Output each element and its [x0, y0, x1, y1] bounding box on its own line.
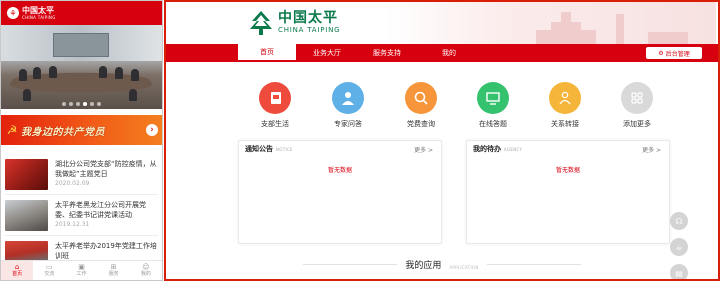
mobile-tab-bar: ⌂ 首页 ▭ 交流 ▣ 工作 ⊞ 服务 ☺ 我的 [1, 260, 162, 280]
carousel-dot[interactable] [76, 102, 80, 106]
news-title: 太平养老黑龙江分公司开展党委、纪委书记讲党课活动 [55, 201, 146, 219]
nav-mine[interactable]: 我的 [420, 44, 478, 62]
taiping-logo-icon [248, 10, 274, 36]
mobile-logo-cn: 中国太平 [22, 5, 54, 15]
news-title: 太平养老举办2019年党建工作培训班 [55, 242, 157, 260]
chevron-right-icon[interactable]: › [146, 124, 158, 136]
tab-label: 我的 [140, 271, 151, 277]
todo-card: 我的待办 AGENCY 更多 > 暂无数据 [466, 140, 670, 244]
card-subtitle: NOTICE [276, 146, 293, 152]
portal-logo[interactable]: 中国太平 CHINA TAIPING [248, 10, 340, 36]
grid-icon [621, 82, 653, 114]
app-shortcuts: 支部生活 专家问答 党费查询 在线答题 关系转接 添加更多 [166, 62, 718, 134]
taiping-logo-icon: ⚘ [7, 7, 19, 19]
news-date: 2019.12.31 [55, 221, 90, 228]
nav-business-hall[interactable]: 业务大厅 [298, 44, 356, 62]
mobile-header: ⚘ 中国太平 CHINA TAIPING [1, 1, 162, 25]
flag-icon [259, 82, 291, 114]
empty-state: 暂无数据 [327, 167, 352, 174]
divider [303, 264, 398, 265]
divider [486, 264, 581, 265]
home-icon: ⌂ [14, 263, 20, 271]
app-label: 支部生活 [261, 120, 289, 128]
monitor-icon [477, 82, 509, 114]
chat-icon: ▭ [45, 263, 53, 271]
card-title: 通知公告 [245, 145, 273, 153]
app-label: 党费查询 [407, 120, 435, 128]
portal-logo-en: CHINA TAIPING [278, 26, 341, 34]
news-item[interactable]: 湖北分公司党支部“防控疫情，从我做起”主题党日 2020.02.09 [5, 154, 158, 195]
header-decoration [386, 2, 716, 44]
news-thumbnail [5, 200, 48, 231]
app-relation-transfer[interactable]: 关系转接 [540, 82, 590, 129]
main-nav: 首页 业务大厅 服务支持 我的 ⚙ 后台管理 [166, 44, 718, 62]
tab-mine[interactable]: ☺ 我的 [130, 261, 162, 280]
app-online-quiz[interactable]: 在线答题 [468, 82, 518, 129]
portal-header: 中国太平 CHINA TAIPING [166, 2, 718, 44]
mobile-logo-en: CHINA TAIPING [22, 14, 56, 20]
app-branch-life[interactable]: 支部生活 [250, 82, 300, 129]
my-apps-subtitle: APPLICATION [449, 265, 479, 270]
carousel-dots [1, 102, 162, 106]
people-icon [549, 82, 581, 114]
carousel-dot[interactable] [62, 102, 66, 106]
tab-label: 交流 [44, 271, 55, 277]
party-emblem-icon: ☭ [6, 123, 18, 137]
tab-home[interactable]: ⌂ 首页 [1, 261, 34, 280]
card-title: 我的待办 [473, 145, 501, 153]
admin-button-label: 后台管理 [665, 50, 690, 58]
briefcase-icon: ▣ [78, 263, 85, 271]
app-dues-query[interactable]: 党费查询 [396, 82, 446, 129]
portal-logo-cn: 中国太平 [278, 10, 338, 26]
tab-exchange[interactable]: ▭ 交流 [33, 261, 65, 280]
app-label: 专家问答 [334, 120, 362, 128]
tab-label: 服务 [108, 271, 119, 277]
cup-icon[interactable]: ☕ [670, 238, 688, 256]
admin-icon: ⚙ [658, 49, 664, 57]
card-subtitle: AGENCY [504, 146, 523, 152]
news-item[interactable]: 太平养老黑龙江分公司开展党委、纪委书记讲党课活动 2019.12.31 [5, 195, 158, 236]
party-member-banner[interactable]: ☭ 我身边的共产党员 › [1, 115, 162, 145]
tab-work[interactable]: ▣ 工作 [65, 261, 97, 280]
carousel-photo[interactable] [1, 25, 162, 109]
news-thumbnail [5, 159, 48, 190]
more-link[interactable]: 更多 > [642, 145, 661, 154]
search-icon [405, 82, 437, 114]
empty-state: 暂无数据 [555, 167, 580, 174]
headset-icon[interactable]: ☊ [670, 212, 688, 230]
notice-card: 通知公告 NOTICE 更多 > 暂无数据 [238, 140, 442, 244]
expert-icon [332, 82, 364, 114]
tab-label: 首页 [12, 271, 23, 277]
service-icon: ⊞ [110, 263, 117, 271]
app-label: 关系转接 [551, 120, 579, 128]
nav-home[interactable]: 首页 [238, 44, 296, 62]
app-add-more[interactable]: 添加更多 [612, 82, 662, 129]
carousel-dot[interactable] [69, 102, 73, 106]
nav-service-support[interactable]: 服务支持 [358, 44, 416, 62]
carousel-dot[interactable] [90, 102, 94, 106]
my-apps-title: 我的应用 [405, 261, 442, 271]
banner-title: 我身边的共产党员 [21, 126, 105, 138]
user-icon: ☺ [142, 263, 150, 271]
more-link[interactable]: 更多 > [414, 145, 433, 154]
mobile-app-panel: ⚘ 中国太平 CHINA TAIPING ☭ 我身边的共产党员 › 湖北分公司党… [0, 0, 163, 281]
app-label: 添加更多 [623, 120, 651, 128]
desktop-portal: 中国太平 CHINA TAIPING 首页 业务大厅 服务支持 我的 ⚙ 后台管… [164, 0, 720, 281]
news-list: 湖北分公司党支部“防控疫情，从我做起”主题党日 2020.02.09 太平养老黑… [1, 154, 162, 277]
screen: ⚘ 中国太平 CHINA TAIPING ☭ 我身边的共产党员 › 湖北分公司党… [0, 0, 720, 281]
app-expert-qa[interactable]: 专家问答 [323, 82, 373, 129]
mobile-logo[interactable]: 中国太平 CHINA TAIPING [22, 5, 56, 20]
admin-button[interactable]: ⚙ 后台管理 [646, 47, 702, 59]
news-date: 2020.02.09 [55, 180, 90, 187]
app-label: 在线答题 [479, 120, 507, 128]
news-title: 湖北分公司党支部“防控疫情，从我做起”主题党日 [55, 160, 157, 178]
tab-service[interactable]: ⊞ 服务 [98, 261, 130, 280]
carousel-dot[interactable] [97, 102, 101, 106]
my-apps-section: 我的应用 APPLICATION [166, 258, 718, 271]
carousel-dot[interactable] [83, 102, 87, 106]
tab-label: 工作 [76, 271, 87, 277]
